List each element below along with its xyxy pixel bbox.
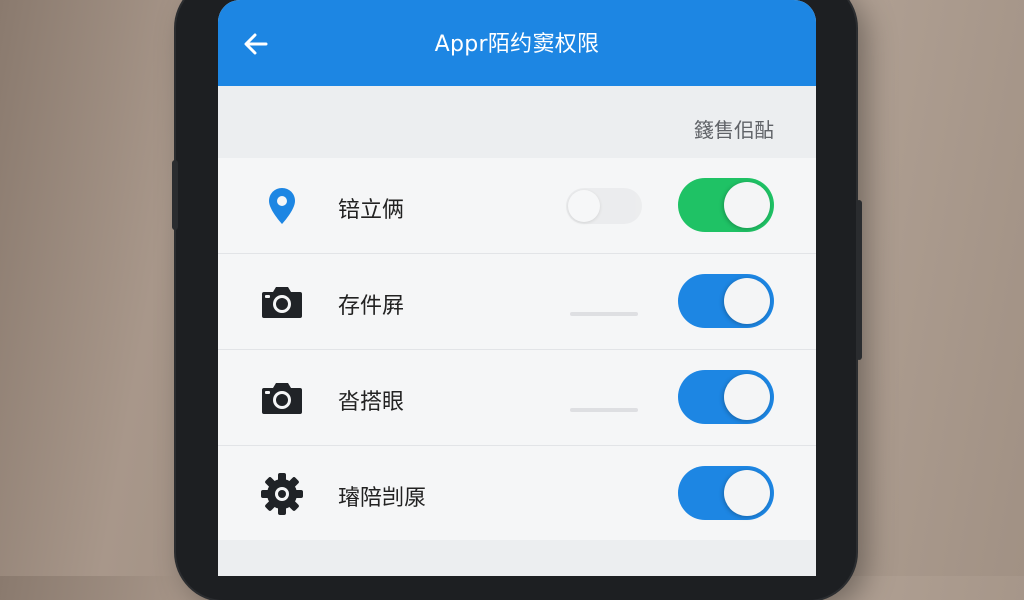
faded-line: [570, 408, 638, 412]
permission-list: 锫立俩 存件屛 沓搭眼 璿陪剀厡: [218, 158, 816, 542]
section-header-label: 籛售佀酟: [694, 118, 774, 142]
camera-icon: [262, 383, 302, 414]
permission-row-location[interactable]: 锫立俩: [218, 158, 816, 254]
app-screen: Appr陌约窦权限 籛售佀酟 锫立俩 存件屛 沓搭眼 璿陪剀厡: [218, 0, 816, 576]
toggle-knob: [724, 182, 770, 228]
faded-toggle: [566, 188, 642, 224]
permission-row-camera[interactable]: 存件屛: [218, 254, 816, 350]
permission-toggle[interactable]: [678, 466, 774, 520]
location-pin-icon: [269, 188, 295, 224]
permission-toggle[interactable]: [678, 274, 774, 328]
bottom-area: [218, 540, 816, 576]
permission-label: 璿陪剀厡: [338, 486, 427, 511]
faded-toggle-knob: [568, 190, 600, 222]
permission-label: 沓搭眼: [338, 390, 405, 415]
section-header: 籛售佀酟: [218, 86, 816, 158]
permission-toggle[interactable]: [678, 178, 774, 232]
phone-side-button: [856, 200, 862, 360]
permission-label: 锫立俩: [338, 198, 405, 223]
page-title: Appr陌约窦权限: [434, 32, 600, 57]
app-bar: Appr陌约窦权限: [218, 0, 816, 86]
gear-icon: [261, 473, 303, 515]
permission-row-camera-2[interactable]: 沓搭眼: [218, 350, 816, 446]
permission-row-settings[interactable]: 璿陪剀厡: [218, 446, 816, 542]
permission-toggle[interactable]: [678, 370, 774, 424]
faded-line: [570, 312, 638, 316]
camera-icon: [262, 287, 302, 318]
phone-side-button: [172, 160, 178, 230]
permission-label: 存件屛: [338, 294, 405, 319]
toggle-knob: [724, 470, 770, 516]
toggle-knob: [724, 374, 770, 420]
toggle-knob: [724, 278, 770, 324]
